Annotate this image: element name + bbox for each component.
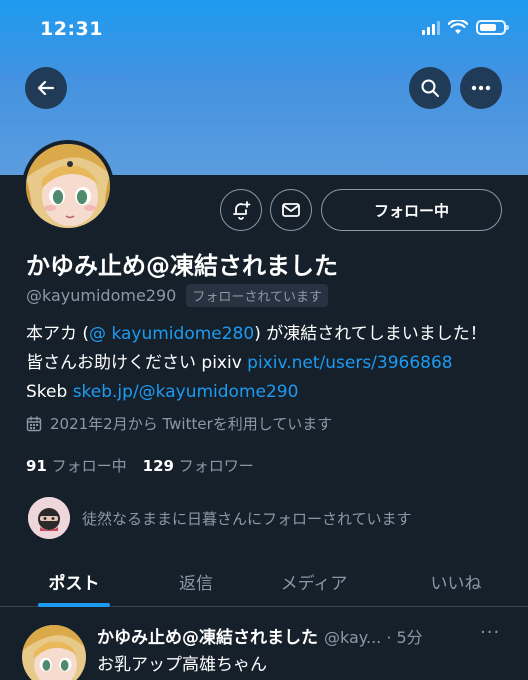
follower-avatar <box>28 497 70 539</box>
profile-avatar <box>26 144 110 228</box>
followed-by-row[interactable]: 徒然なるままに日暮さんにフォローされています <box>28 497 412 539</box>
back-button[interactable] <box>25 67 67 109</box>
following-button[interactable]: フォロー中 <box>321 189 502 231</box>
followed-by-text: 徒然なるままに日暮さんにフォローされています <box>82 509 412 528</box>
active-tab-indicator <box>38 603 110 607</box>
profile-tabs: ポスト 返信 メディア いいね <box>0 555 528 607</box>
search-icon <box>421 79 439 97</box>
bio-pixiv-link[interactable]: pixiv.net/users/3966868 <box>247 353 452 373</box>
message-button[interactable] <box>270 189 312 231</box>
envelope-icon <box>282 203 300 217</box>
status-time: 12:31 <box>40 18 103 40</box>
tweet-avatar[interactable] <box>22 625 86 680</box>
follows-you-badge: フォローされています <box>186 284 328 307</box>
following-count: 91 <box>26 457 47 475</box>
status-bar: 12:31 <box>0 0 528 60</box>
tab-likes[interactable]: いいね <box>418 555 494 607</box>
tweet-more-icon[interactable]: ··· <box>480 622 500 643</box>
arrow-left-icon <box>37 80 55 96</box>
profile-avatar-frame[interactable] <box>22 140 114 232</box>
joined-text: 2021年2月から Twitterを利用しています <box>50 415 333 433</box>
profile-display-name: かゆみ止め@凍結されました <box>26 252 338 280</box>
notify-button[interactable] <box>220 189 262 231</box>
tab-replies[interactable]: 返信 <box>160 555 232 607</box>
bio-skeb-link[interactable]: skeb.jp/@kayumidome290 <box>73 382 299 402</box>
followers-label: フォロワー <box>178 457 254 475</box>
tweet-handle-time: @kay... · 5分 <box>324 628 423 647</box>
followers-count: 129 <box>142 457 174 475</box>
profile-bio: 本アカ (@ kayumidome280) が凍結されてしまいました！ 皆さんお… <box>26 320 496 407</box>
calendar-icon <box>26 415 42 431</box>
status-icons <box>422 20 509 35</box>
profile-handle: @kayumidome290 <box>26 286 177 305</box>
joined-date: 2021年2月から Twitterを利用しています <box>26 413 332 434</box>
bio-mention-link[interactable]: @ kayumidome280 <box>89 324 254 344</box>
follow-counts: 91 フォロー中 129 フォロワー <box>26 455 254 476</box>
tweet-text: お乳アップ高雄ちゃん <box>97 655 267 675</box>
search-button[interactable] <box>409 67 451 109</box>
tab-posts[interactable]: ポスト <box>38 555 110 607</box>
bio-text: 本アカ ( <box>26 324 90 344</box>
handle-row: @kayumidome290 フォローされています <box>26 284 328 307</box>
tweet-header: かゆみ止め@凍結されました @kay... · 5分 <box>97 623 423 648</box>
tab-media[interactable]: メディア <box>268 555 360 607</box>
tweet-author-name[interactable]: かゆみ止め@凍結されました <box>97 623 318 648</box>
more-button[interactable] <box>460 67 502 109</box>
followers-count-link[interactable]: 129 フォロワー <box>143 455 254 476</box>
battery-icon <box>476 20 509 35</box>
wifi-icon <box>448 20 468 34</box>
following-count-link[interactable]: 91 フォロー中 <box>26 455 127 476</box>
bio-text: Skeb <box>26 382 73 402</box>
following-label: フォロー中 <box>51 457 127 475</box>
more-horizontal-icon <box>471 85 491 91</box>
cellular-signal-icon <box>422 20 440 35</box>
bell-plus-icon <box>233 201 251 220</box>
